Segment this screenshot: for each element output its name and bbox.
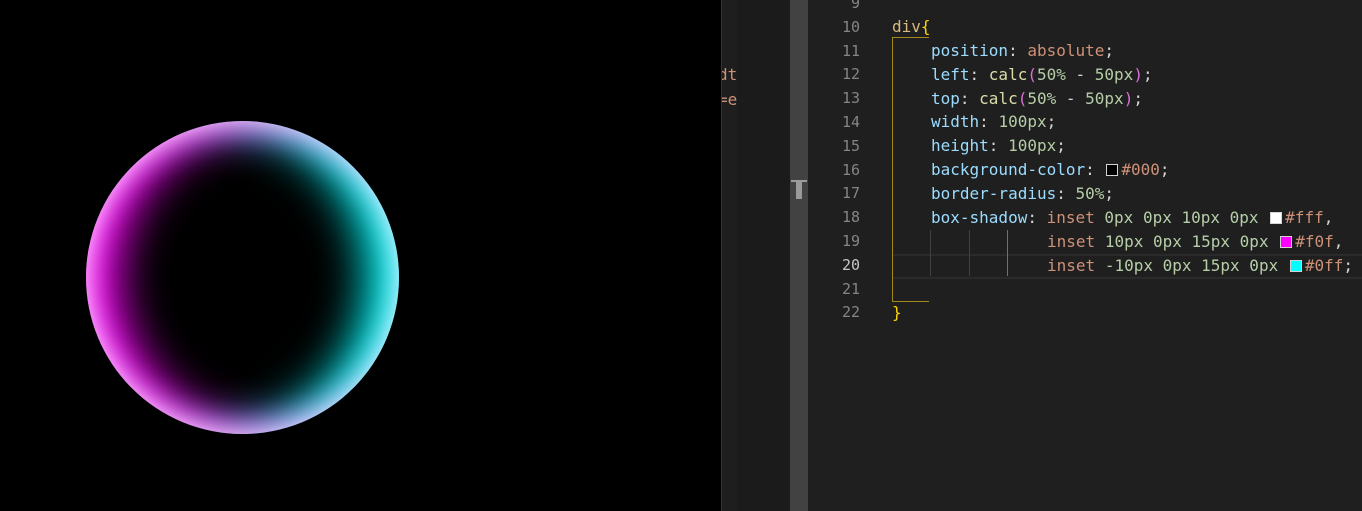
- keyword: inset: [1047, 256, 1096, 275]
- code-fragment: dt: [722, 65, 738, 84]
- open-brace: {: [920, 17, 931, 36]
- line-number: 22: [841, 303, 860, 322]
- scroll-thumb[interactable]: [796, 181, 802, 199]
- side-editor-pane: dt =e: [721, 0, 738, 511]
- indent-guide: [930, 230, 931, 276]
- value: 50px: [1094, 65, 1134, 84]
- property: box-shadow: [931, 208, 1028, 227]
- property: height: [931, 136, 989, 155]
- code-line-18: box-shadow: inset 0px 0px 10px 0px #fff,: [931, 208, 1334, 227]
- color-swatch[interactable]: [1280, 236, 1293, 248]
- code-line-14: width: 100px;: [931, 112, 1057, 131]
- line-number: 11: [841, 41, 860, 60]
- value: #f0f: [1295, 232, 1334, 251]
- code-line-17: border-radius: 50%;: [931, 184, 1115, 203]
- close-brace: }: [892, 303, 902, 322]
- keyword: inset: [1047, 232, 1096, 251]
- line-number: 9: [850, 0, 860, 12]
- value: 50%: [1075, 184, 1105, 203]
- punctuation: ,: [1333, 232, 1344, 251]
- property: top: [931, 89, 960, 108]
- line-number: 10: [841, 17, 860, 36]
- line-number: 20: [841, 255, 860, 274]
- glowing-bubble: [86, 121, 399, 434]
- code-fragment: =e: [722, 90, 738, 109]
- scrollbar[interactable]: [790, 0, 808, 511]
- operator: -: [1065, 65, 1095, 84]
- punctuation: ;: [1343, 256, 1354, 275]
- operator: -: [1056, 89, 1086, 108]
- line-number: 14: [841, 113, 860, 131]
- code-line-13: top: calc(50% - 50px);: [931, 89, 1143, 108]
- value: 50px: [1085, 89, 1124, 108]
- value: 50%: [1036, 65, 1066, 84]
- bracket-pair-guide: [892, 37, 929, 302]
- line-number: 18: [841, 208, 860, 227]
- code-line-16: background-color: #000;: [931, 160, 1170, 179]
- preview-pane: [0, 0, 721, 511]
- function: calc: [979, 89, 1018, 108]
- color-swatch[interactable]: [1270, 212, 1283, 224]
- value: 100px: [998, 112, 1047, 131]
- code-line-22: }: [892, 303, 902, 322]
- line-number: 16: [841, 160, 860, 179]
- property: border-radius: [931, 184, 1057, 203]
- value: 10px 0px 15px 0px: [1104, 232, 1269, 251]
- value: 0px 0px 10px 0px: [1104, 208, 1259, 227]
- code-line-15: height: 100px;: [931, 136, 1066, 155]
- color-swatch[interactable]: [1106, 164, 1119, 176]
- line-number: 19: [841, 232, 860, 250]
- selector: div: [892, 17, 921, 36]
- line-number: 15: [841, 136, 860, 155]
- value: -10px 0px 15px 0px: [1104, 256, 1279, 275]
- line-number: 12: [841, 65, 860, 84]
- property: position: [931, 41, 1009, 60]
- indent-guide: [1007, 230, 1008, 276]
- line-number: 13: [841, 89, 860, 108]
- code-editor[interactable]: 9 10 11 12 13 14 15 16 17 18 19 20 21 22 div{ positio…: [808, 0, 1362, 511]
- color-swatch[interactable]: [1289, 260, 1302, 272]
- code-line-19: inset 10px 0px 15px 0px #f0f,: [1047, 232, 1343, 251]
- indent-guide: [969, 230, 970, 276]
- keyword: inset: [1046, 208, 1095, 227]
- value: #fff: [1285, 208, 1324, 227]
- side-editor-gap: [737, 0, 790, 511]
- punctuation: ,: [1323, 208, 1334, 227]
- code-line-11: position: absolute;: [931, 41, 1115, 60]
- code-line-10: div{: [892, 17, 931, 36]
- value: #0ff: [1304, 256, 1344, 275]
- value: 50%: [1027, 89, 1057, 108]
- function: calc: [988, 65, 1028, 84]
- property: width: [931, 112, 980, 131]
- value: 100px: [1008, 136, 1057, 155]
- value: #000: [1121, 160, 1160, 179]
- code-line-20: inset -10px 0px 15px 0px #0ff;: [1047, 256, 1353, 275]
- property: background-color: [931, 160, 1086, 179]
- property: left: [931, 65, 970, 84]
- code-line-12: left: calc(50% - 50px);: [931, 65, 1153, 84]
- line-number: 17: [841, 184, 860, 203]
- line-number: 21: [841, 279, 860, 298]
- value: absolute: [1027, 41, 1105, 60]
